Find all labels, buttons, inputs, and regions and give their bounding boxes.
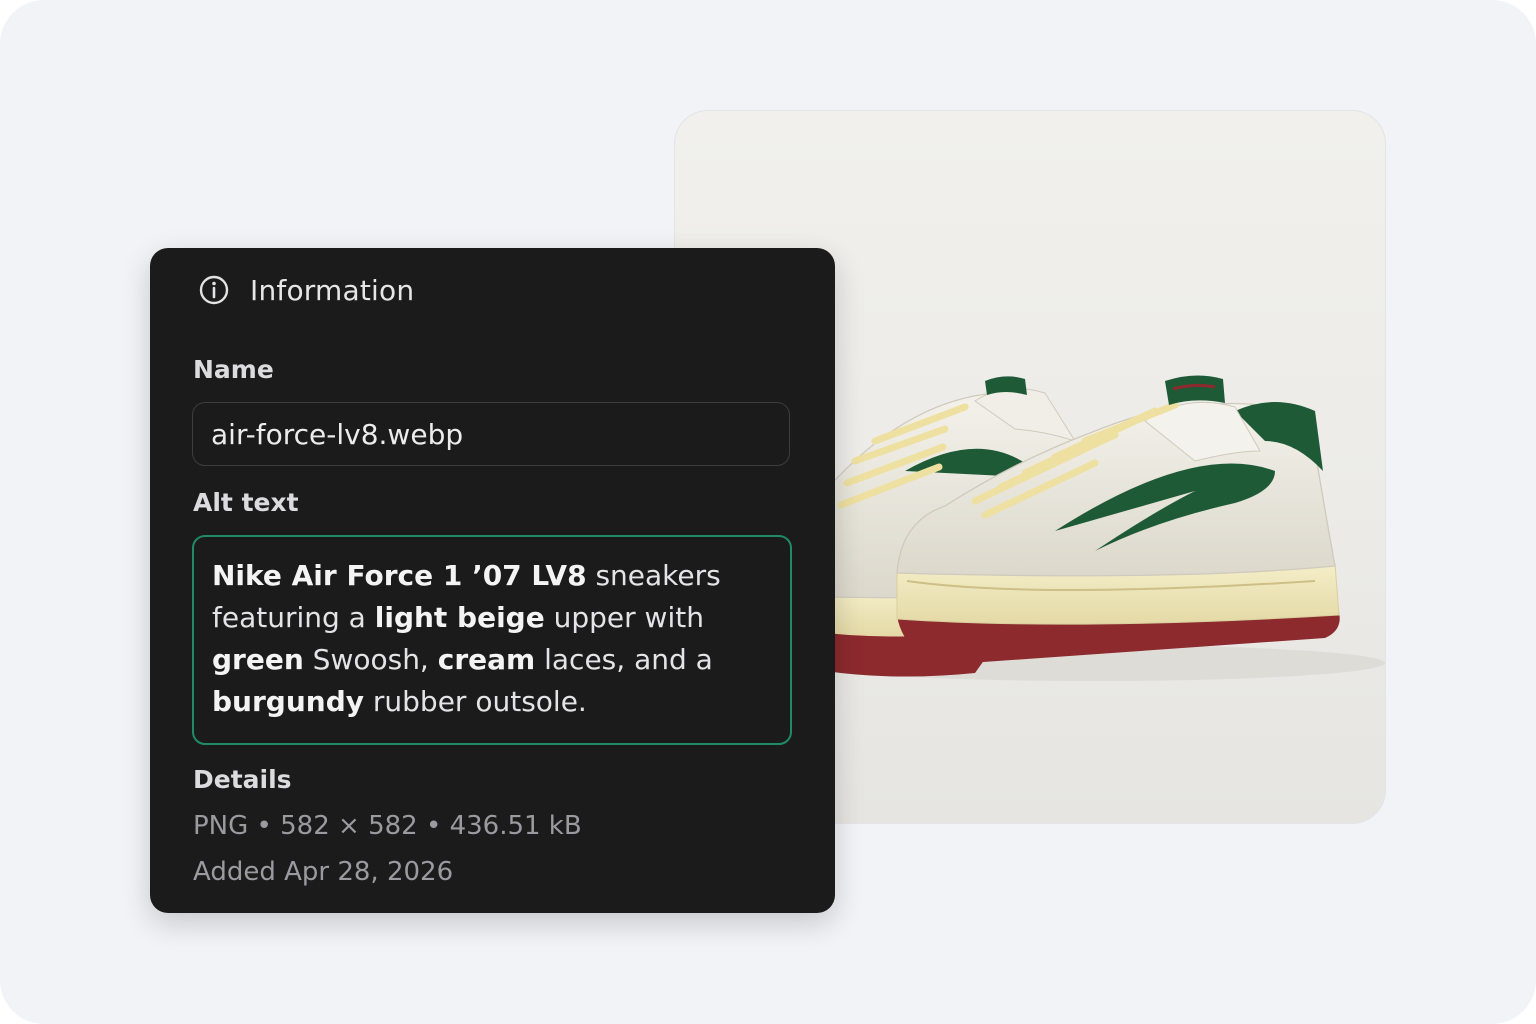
alt-text-emphasis: light beige — [374, 601, 545, 634]
alt-text-emphasis: Nike Air Force 1 ’07 LV8 — [212, 559, 587, 592]
details-file-meta: PNG • 582 × 582 • 436.51 kB — [193, 811, 582, 841]
panel-header: Information — [198, 270, 414, 310]
canvas-background: Information Name Alt text Nike Air Force… — [0, 0, 1536, 1024]
alt-text-emphasis: cream — [437, 643, 536, 676]
details-added-date: Added Apr 28, 2026 — [193, 857, 454, 887]
alt-text-segment: laces, and a — [535, 643, 713, 676]
name-field[interactable] — [192, 402, 790, 466]
alt-text-segment: upper with — [544, 601, 704, 634]
alt-text-label: Alt text — [193, 488, 299, 517]
alt-text-segment: rubber outsole. — [364, 685, 587, 718]
alt-text-segment: Swoosh, — [303, 643, 438, 676]
name-label: Name — [193, 355, 274, 384]
information-panel: Information Name Alt text Nike Air Force… — [150, 248, 835, 913]
panel-title: Information — [250, 273, 415, 307]
alt-text-field[interactable]: Nike Air Force 1 ’07 LV8 sneakers featur… — [192, 535, 792, 745]
alt-text-emphasis: burgundy — [212, 685, 364, 718]
details-label: Details — [193, 765, 292, 794]
alt-text-emphasis: green — [212, 643, 304, 676]
info-circle-icon — [198, 274, 230, 306]
